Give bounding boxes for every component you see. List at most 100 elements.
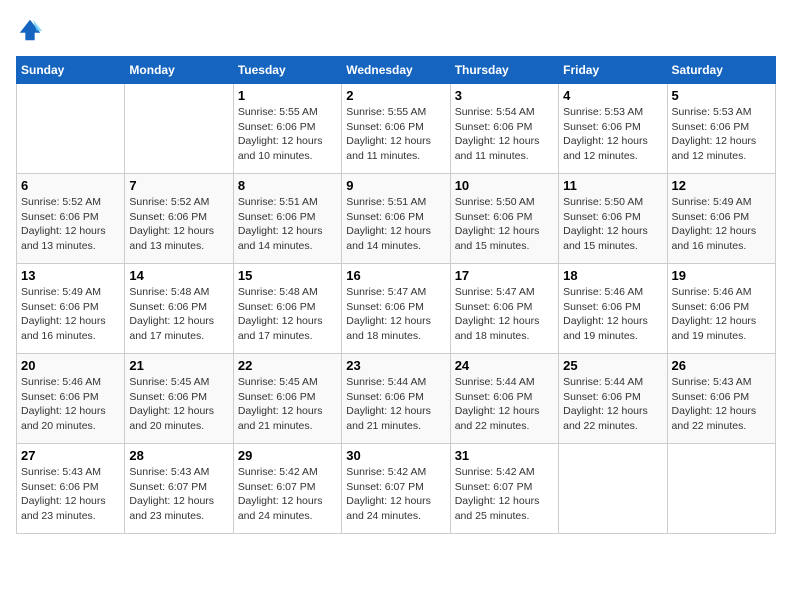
day-number: 20 <box>21 358 120 373</box>
day-number: 12 <box>672 178 771 193</box>
calendar-cell: 12 Sunrise: 5:49 AM Sunset: 6:06 PM Dayli… <box>667 174 775 264</box>
day-info: Sunrise: 5:44 AM Sunset: 6:06 PM Dayligh… <box>563 375 662 434</box>
calendar-cell: 30 Sunrise: 5:42 AM Sunset: 6:07 PM Dayli… <box>342 444 450 534</box>
day-info: Sunrise: 5:48 AM Sunset: 6:06 PM Dayligh… <box>129 285 228 344</box>
calendar-cell: 15 Sunrise: 5:48 AM Sunset: 6:06 PM Dayli… <box>233 264 341 354</box>
day-info: Sunrise: 5:44 AM Sunset: 6:06 PM Dayligh… <box>455 375 554 434</box>
day-info: Sunrise: 5:50 AM Sunset: 6:06 PM Dayligh… <box>563 195 662 254</box>
day-number: 19 <box>672 268 771 283</box>
calendar-body: 1 Sunrise: 5:55 AM Sunset: 6:06 PM Daylig… <box>17 84 776 534</box>
day-number: 18 <box>563 268 662 283</box>
calendar-cell: 13 Sunrise: 5:49 AM Sunset: 6:06 PM Dayli… <box>17 264 125 354</box>
day-info: Sunrise: 5:47 AM Sunset: 6:06 PM Dayligh… <box>346 285 445 344</box>
calendar-cell <box>559 444 667 534</box>
day-info: Sunrise: 5:55 AM Sunset: 6:06 PM Dayligh… <box>346 105 445 164</box>
calendar-cell: 1 Sunrise: 5:55 AM Sunset: 6:06 PM Daylig… <box>233 84 341 174</box>
calendar-cell: 21 Sunrise: 5:45 AM Sunset: 6:06 PM Dayli… <box>125 354 233 444</box>
day-number: 6 <box>21 178 120 193</box>
day-number: 13 <box>21 268 120 283</box>
weekday-header-friday: Friday <box>559 57 667 84</box>
weekday-header-wednesday: Wednesday <box>342 57 450 84</box>
day-number: 8 <box>238 178 337 193</box>
day-info: Sunrise: 5:46 AM Sunset: 6:06 PM Dayligh… <box>563 285 662 344</box>
calendar-cell: 19 Sunrise: 5:46 AM Sunset: 6:06 PM Dayli… <box>667 264 775 354</box>
day-info: Sunrise: 5:42 AM Sunset: 6:07 PM Dayligh… <box>238 465 337 524</box>
day-number: 27 <box>21 448 120 463</box>
day-info: Sunrise: 5:43 AM Sunset: 6:06 PM Dayligh… <box>21 465 120 524</box>
day-info: Sunrise: 5:46 AM Sunset: 6:06 PM Dayligh… <box>672 285 771 344</box>
calendar-cell: 8Sunrise: 5:51 AM Sunset: 6:06 PM Daylig… <box>233 174 341 264</box>
calendar-week-2: 6 Sunrise: 5:52 AM Sunset: 6:06 PM Daylig… <box>17 174 776 264</box>
calendar-cell: 24 Sunrise: 5:44 AM Sunset: 6:06 PM Dayli… <box>450 354 558 444</box>
calendar-cell: 6 Sunrise: 5:52 AM Sunset: 6:06 PM Daylig… <box>17 174 125 264</box>
day-info: Sunrise: 5:48 AM Sunset: 6:06 PM Dayligh… <box>238 285 337 344</box>
day-number: 9 <box>346 178 445 193</box>
calendar-cell: 5Sunrise: 5:53 AM Sunset: 6:06 PM Daylig… <box>667 84 775 174</box>
calendar-cell: 22Sunrise: 5:45 AM Sunset: 6:06 PM Dayli… <box>233 354 341 444</box>
calendar-cell: 31 Sunrise: 5:42 AM Sunset: 6:07 PM Dayli… <box>450 444 558 534</box>
day-info: Sunrise: 5:53 AM Sunset: 6:06 PM Dayligh… <box>563 105 662 164</box>
weekday-header-tuesday: Tuesday <box>233 57 341 84</box>
calendar-cell: 25Sunrise: 5:44 AM Sunset: 6:06 PM Dayli… <box>559 354 667 444</box>
calendar-cell: 28 Sunrise: 5:43 AM Sunset: 6:07 PM Dayli… <box>125 444 233 534</box>
calendar-cell <box>17 84 125 174</box>
day-number: 11 <box>563 178 662 193</box>
day-number: 15 <box>238 268 337 283</box>
day-number: 21 <box>129 358 228 373</box>
calendar-cell: 14 Sunrise: 5:48 AM Sunset: 6:06 PM Dayli… <box>125 264 233 354</box>
day-number: 3 <box>455 88 554 103</box>
calendar-cell: 3Sunrise: 5:54 AM Sunset: 6:06 PM Daylig… <box>450 84 558 174</box>
day-info: Sunrise: 5:51 AM Sunset: 6:06 PM Dayligh… <box>346 195 445 254</box>
calendar-cell <box>125 84 233 174</box>
day-number: 24 <box>455 358 554 373</box>
day-info: Sunrise: 5:55 AM Sunset: 6:06 PM Dayligh… <box>238 105 337 164</box>
day-info: Sunrise: 5:52 AM Sunset: 6:06 PM Dayligh… <box>21 195 120 254</box>
calendar-week-3: 13 Sunrise: 5:49 AM Sunset: 6:06 PM Dayli… <box>17 264 776 354</box>
day-number: 29 <box>238 448 337 463</box>
weekday-header-row: SundayMondayTuesdayWednesdayThursdayFrid… <box>17 57 776 84</box>
calendar-cell: 20 Sunrise: 5:46 AM Sunset: 6:06 PM Dayli… <box>17 354 125 444</box>
day-number: 30 <box>346 448 445 463</box>
day-info: Sunrise: 5:49 AM Sunset: 6:06 PM Dayligh… <box>672 195 771 254</box>
day-info: Sunrise: 5:46 AM Sunset: 6:06 PM Dayligh… <box>21 375 120 434</box>
day-info: Sunrise: 5:50 AM Sunset: 6:06 PM Dayligh… <box>455 195 554 254</box>
calendar-cell: 29 Sunrise: 5:42 AM Sunset: 6:07 PM Dayli… <box>233 444 341 534</box>
day-number: 28 <box>129 448 228 463</box>
day-info: Sunrise: 5:44 AM Sunset: 6:06 PM Dayligh… <box>346 375 445 434</box>
day-info: Sunrise: 5:47 AM Sunset: 6:06 PM Dayligh… <box>455 285 554 344</box>
day-number: 22 <box>238 358 337 373</box>
day-number: 31 <box>455 448 554 463</box>
calendar-cell: 18 Sunrise: 5:46 AM Sunset: 6:06 PM Dayli… <box>559 264 667 354</box>
day-info: Sunrise: 5:42 AM Sunset: 6:07 PM Dayligh… <box>346 465 445 524</box>
calendar-cell: 7 Sunrise: 5:52 AM Sunset: 6:06 PM Daylig… <box>125 174 233 264</box>
calendar-cell: 23 Sunrise: 5:44 AM Sunset: 6:06 PM Dayli… <box>342 354 450 444</box>
calendar-cell: 10 Sunrise: 5:50 AM Sunset: 6:06 PM Dayli… <box>450 174 558 264</box>
calendar-cell: 9 Sunrise: 5:51 AM Sunset: 6:06 PM Daylig… <box>342 174 450 264</box>
day-info: Sunrise: 5:43 AM Sunset: 6:07 PM Dayligh… <box>129 465 228 524</box>
calendar-week-1: 1 Sunrise: 5:55 AM Sunset: 6:06 PM Daylig… <box>17 84 776 174</box>
calendar-week-4: 20 Sunrise: 5:46 AM Sunset: 6:06 PM Dayli… <box>17 354 776 444</box>
calendar-cell: 17Sunrise: 5:47 AM Sunset: 6:06 PM Dayli… <box>450 264 558 354</box>
day-info: Sunrise: 5:42 AM Sunset: 6:07 PM Dayligh… <box>455 465 554 524</box>
day-number: 7 <box>129 178 228 193</box>
weekday-header-monday: Monday <box>125 57 233 84</box>
calendar-cell <box>667 444 775 534</box>
calendar-header: SundayMondayTuesdayWednesdayThursdayFrid… <box>17 57 776 84</box>
day-number: 10 <box>455 178 554 193</box>
day-number: 2 <box>346 88 445 103</box>
calendar-table: SundayMondayTuesdayWednesdayThursdayFrid… <box>16 56 776 534</box>
logo <box>16 16 48 44</box>
day-number: 14 <box>129 268 228 283</box>
day-info: Sunrise: 5:49 AM Sunset: 6:06 PM Dayligh… <box>21 285 120 344</box>
day-number: 4 <box>563 88 662 103</box>
weekday-header-thursday: Thursday <box>450 57 558 84</box>
day-info: Sunrise: 5:45 AM Sunset: 6:06 PM Dayligh… <box>129 375 228 434</box>
day-number: 1 <box>238 88 337 103</box>
day-number: 23 <box>346 358 445 373</box>
day-info: Sunrise: 5:52 AM Sunset: 6:06 PM Dayligh… <box>129 195 228 254</box>
weekday-header-saturday: Saturday <box>667 57 775 84</box>
calendar-cell: 26Sunrise: 5:43 AM Sunset: 6:06 PM Dayli… <box>667 354 775 444</box>
calendar-cell: 4 Sunrise: 5:53 AM Sunset: 6:06 PM Daylig… <box>559 84 667 174</box>
calendar-cell: 2 Sunrise: 5:55 AM Sunset: 6:06 PM Daylig… <box>342 84 450 174</box>
day-info: Sunrise: 5:53 AM Sunset: 6:06 PM Dayligh… <box>672 105 771 164</box>
